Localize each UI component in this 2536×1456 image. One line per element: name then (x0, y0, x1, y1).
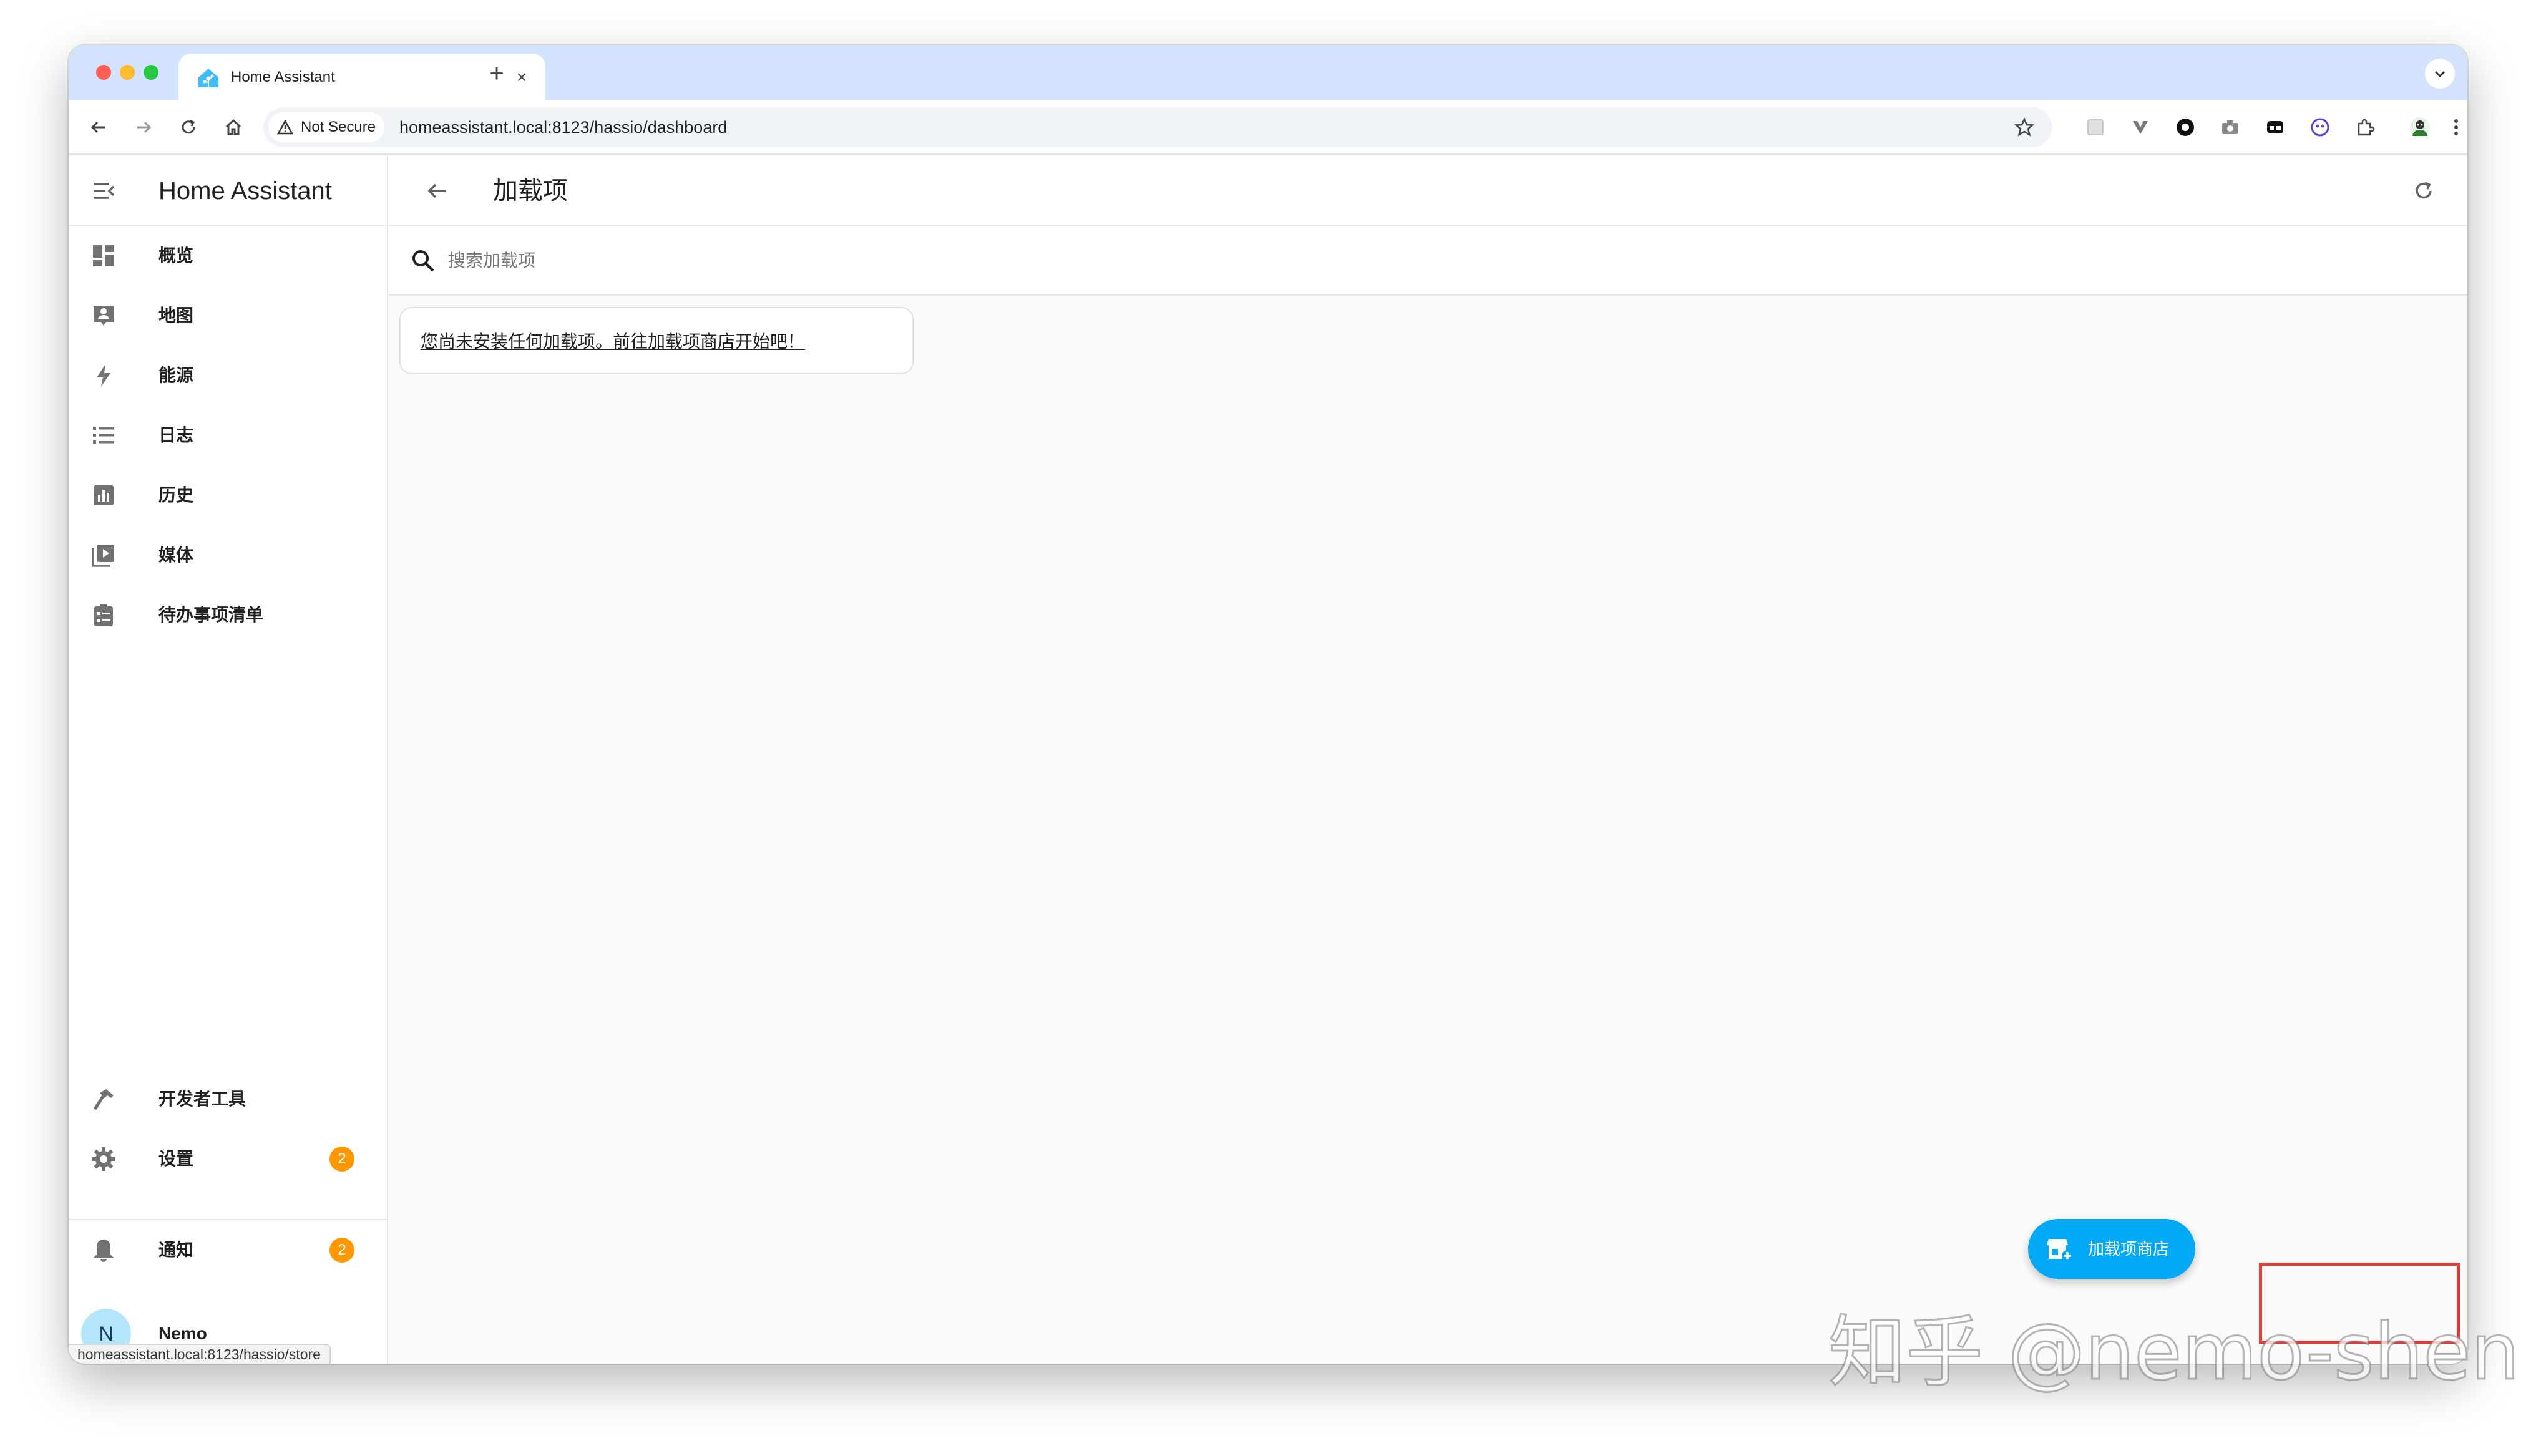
page-header: 加载项 (389, 156, 2467, 226)
sidebar-item-label: 历史 (158, 485, 194, 505)
search-icon (408, 246, 438, 276)
store-plus-icon (2047, 1239, 2073, 1261)
browser-window: Home Assistant × + Not Secure homeassist… (69, 45, 2467, 1364)
reload-addons-button[interactable] (2407, 175, 2440, 207)
extensions-puzzle-icon[interactable] (2351, 114, 2379, 141)
dashboard-icon (89, 241, 119, 271)
sidebar-item-label: 能源 (158, 366, 194, 385)
sidebar-item-energy[interactable]: 能源 (69, 346, 387, 405)
sidebar-item-logbook[interactable]: 日志 (69, 405, 387, 465)
security-label: Not Secure (301, 119, 376, 135)
history-chart-icon (89, 480, 119, 510)
arrow-left-icon (427, 183, 446, 198)
search-bar (389, 226, 2467, 296)
extension-camera-icon[interactable] (2217, 114, 2244, 141)
reload-page-button[interactable] (173, 112, 203, 142)
browser-toolbar: Not Secure homeassistant.local:8123/hass… (69, 100, 2467, 155)
bookmark-star-icon[interactable] (2011, 114, 2038, 141)
sidebar-item-notifications[interactable]: 通知 2 (69, 1220, 387, 1280)
lightning-bolt-icon (89, 361, 119, 391)
sidebar-header: Home Assistant (69, 156, 387, 226)
sidebar-item-label: 开发者工具 (158, 1089, 246, 1109)
home-assistant-favicon-icon (197, 67, 220, 89)
todo-clipboard-icon (89, 600, 119, 630)
sidebar-title: Home Assistant (158, 177, 332, 205)
sidebar-item-todo[interactable]: 待办事项清单 (69, 585, 387, 645)
sidebar-item-settings[interactable]: 设置 2 (69, 1129, 387, 1189)
logbook-list-icon (89, 420, 119, 450)
minimize-window-button[interactable] (120, 65, 135, 80)
main-panel: 加载项 您尚未安装任何加载项。前往加载项商 (389, 156, 2467, 1364)
refresh-icon (2416, 182, 2432, 199)
bell-icon (89, 1235, 119, 1265)
hammer-icon (89, 1084, 119, 1114)
home-assistant-app: Home Assistant 概览 地图 能源 日志 历史 媒体 待办事项清单 … (69, 156, 2467, 1364)
page-title: 加载项 (493, 177, 568, 205)
arrow-left-icon (90, 121, 105, 133)
status-bar-url: homeassistant.local:8123/hassio/store (69, 1344, 331, 1364)
sidebar-toggle-button[interactable] (87, 175, 120, 207)
tab-search-button[interactable] (2425, 59, 2455, 89)
sidebar: Home Assistant 概览 地图 能源 日志 历史 媒体 待办事项清单 … (69, 156, 388, 1364)
sidebar-item-label: 设置 (158, 1149, 194, 1168)
sidebar-item-overview[interactable]: 概览 (69, 226, 387, 286)
watermark-text: 知乎 @nemo-shen (1827, 1308, 2520, 1397)
sidebar-item-history[interactable]: 历史 (69, 465, 387, 525)
extension-circle-icon[interactable] (2172, 114, 2199, 141)
map-account-icon (89, 301, 119, 331)
extension-glasses-icon[interactable] (2261, 114, 2289, 141)
sidebar-item-label: 待办事项清单 (158, 605, 264, 624)
profile-avatar-icon[interactable] (2406, 114, 2434, 141)
sidebar-item-label: 媒体 (158, 545, 194, 565)
address-bar[interactable]: Not Secure homeassistant.local:8123/hass… (263, 107, 2052, 147)
menu-collapse-icon (94, 183, 115, 199)
addon-store-label: 加载项商店 (2088, 1240, 2170, 1258)
sidebar-item-label: 概览 (158, 246, 194, 265)
sidebar-item-media[interactable]: 媒体 (69, 525, 387, 585)
new-tab-button[interactable]: + (483, 60, 510, 87)
tab-title: Home Assistant (231, 69, 335, 85)
gear-icon (89, 1144, 119, 1174)
home-button[interactable] (218, 112, 248, 142)
security-indicator[interactable]: Not Secure (268, 112, 384, 142)
sidebar-item-label: 地图 (158, 306, 194, 325)
tab-close-icon[interactable]: × (509, 65, 534, 90)
settings-badge: 2 (329, 1147, 354, 1172)
forward-nav-button[interactable] (129, 112, 158, 142)
media-play-icon (89, 540, 119, 570)
sidebar-item-map[interactable]: 地图 (69, 286, 387, 346)
page-back-button[interactable] (421, 175, 453, 207)
sidebar-item-label: 通知 (158, 1240, 194, 1259)
go-to-store-link[interactable]: 您尚未安装任何加载项。前往加载项商店开始吧！ (421, 331, 805, 353)
extension-blank-icon[interactable] (2082, 114, 2109, 141)
extension-v-icon[interactable] (2127, 114, 2154, 141)
close-window-button[interactable] (96, 65, 111, 80)
tab-strip: Home Assistant × + (69, 45, 2467, 100)
extension-face-icon[interactable] (2306, 114, 2334, 141)
chevron-down-icon (2434, 70, 2446, 78)
empty-state-card: 您尚未安装任何加载项。前往加载项商店开始吧！ (399, 307, 914, 374)
warning-triangle-icon (277, 120, 293, 135)
home-icon (225, 119, 241, 135)
user-name[interactable]: Nemo (158, 1324, 207, 1344)
url-text[interactable]: homeassistant.local:8123/hassio/dashboar… (399, 117, 727, 137)
addon-store-button[interactable]: 加载项商店 (2028, 1219, 2195, 1279)
back-nav-button[interactable] (84, 112, 114, 142)
sidebar-item-developer-tools[interactable]: 开发者工具 (69, 1069, 387, 1129)
arrow-right-icon (137, 121, 152, 133)
search-input[interactable] (448, 245, 1197, 277)
refresh-icon (182, 119, 195, 134)
notifications-badge: 2 (329, 1238, 354, 1263)
maximize-window-button[interactable] (144, 65, 158, 80)
sidebar-item-label: 日志 (158, 425, 194, 445)
browser-menu-icon[interactable] (2450, 114, 2462, 141)
